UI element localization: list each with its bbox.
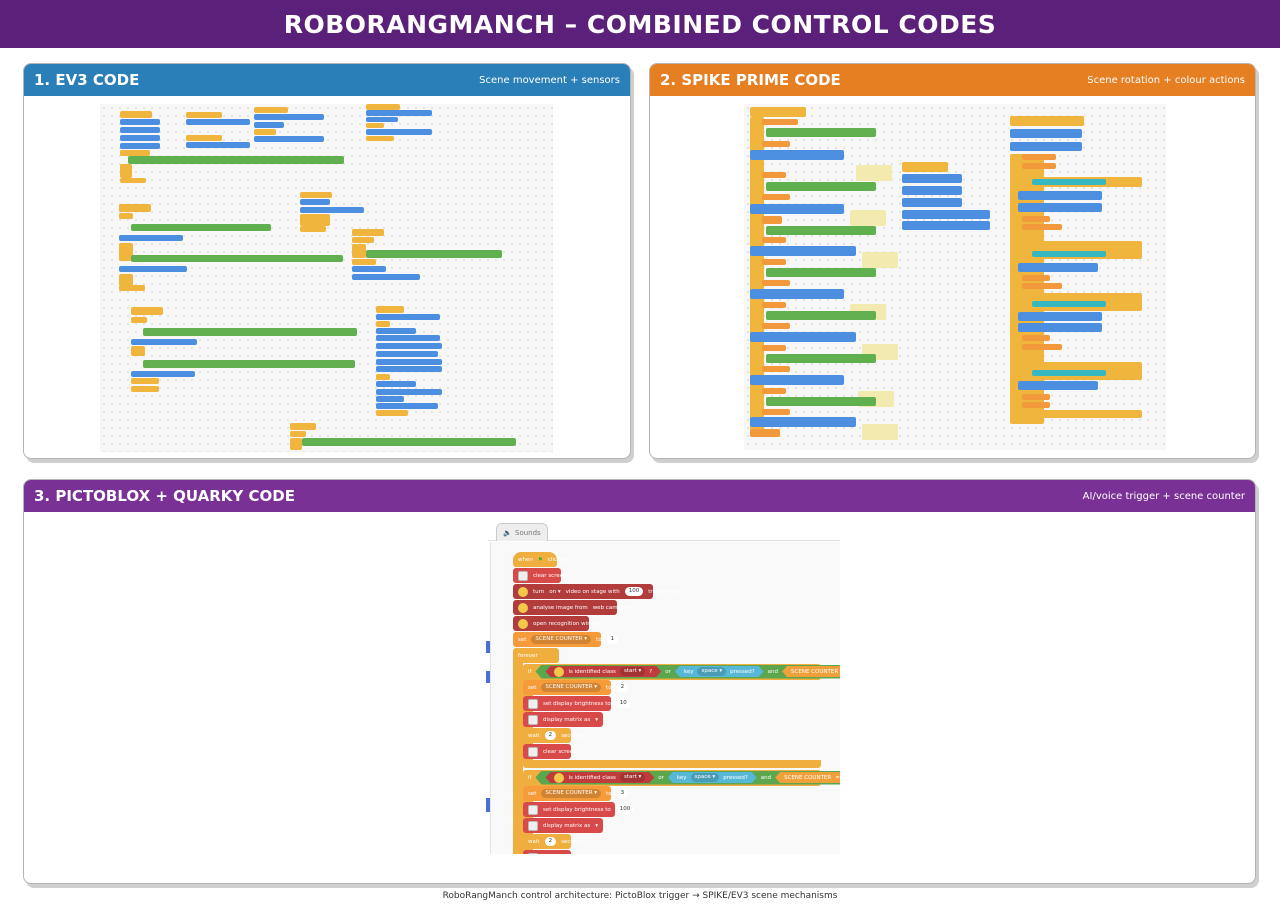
quarky-icon [528, 746, 538, 757]
variable-dropdown[interactable]: SCENE COUNTER ▾ [541, 683, 602, 692]
variable-dropdown[interactable]: SCENE COUNTER ▾ [541, 789, 602, 798]
key-dropdown[interactable]: space ▾ [691, 773, 720, 782]
brightness-input[interactable]: 100 [615, 805, 635, 814]
equals-reporter[interactable]: SCENE COUNTER = 2 [775, 772, 840, 783]
identified-class-reporter[interactable]: is identified class start ▾ ? [545, 666, 661, 677]
set-display-brightness-block[interactable]: set display brightness to 100 [523, 802, 635, 817]
ai-extension-icon [554, 667, 564, 677]
pictoblox-panel-header: 3. PICTOBLOX + QUARKY CODE AI/voice trig… [24, 480, 1255, 512]
ai-extension-icon [518, 602, 528, 613]
open-recognition-window-block[interactable]: open recognition window [513, 616, 602, 631]
pictoblox-code-screenshot: 🔈 Sounds when ⚑ clicked clear screen tur… [464, 523, 840, 854]
brightness-input[interactable]: 10 [615, 699, 631, 708]
quarky-icon [518, 570, 528, 581]
value-input[interactable]: 2 [616, 683, 629, 692]
ai-extension-icon [554, 773, 564, 783]
forever-block-arm [513, 652, 523, 854]
spike-panel-title: 2. SPIKE PRIME CODE [660, 71, 841, 89]
value-input[interactable]: 1 [606, 635, 619, 644]
wait-block[interactable]: wait 2 seconds [523, 728, 584, 743]
spike-prime-code-panel: 2. SPIKE PRIME CODE Scene rotation + col… [649, 63, 1256, 459]
speaker-icon: 🔈 [503, 528, 512, 537]
quarky-icon [528, 820, 538, 831]
set-scene-counter-block[interactable]: set SCENE COUNTER ▾ to 2 [523, 680, 629, 695]
turn-video-on-block[interactable]: turn on ▾ video on stage with 100 transp… [513, 584, 685, 599]
camera-extension-icon [518, 586, 528, 597]
display-matrix-block[interactable]: display matrix as ▾ [523, 712, 603, 727]
green-flag-icon: ⚑ [537, 556, 543, 563]
quarky-icon [528, 804, 538, 815]
analyse-image-block[interactable]: analyse image from web camera ▾ [513, 600, 631, 615]
spike-panel-subtitle: Scene rotation + colour actions [1087, 74, 1245, 86]
ai-extension-icon [518, 618, 528, 629]
variable-dropdown[interactable]: SCENE COUNTER ▾ [531, 635, 592, 644]
quarky-icon [528, 698, 538, 709]
image-source-dropdown[interactable]: web camera ▾ [593, 605, 631, 611]
if-block-1-end [523, 760, 821, 768]
set-scene-counter-block[interactable]: set SCENE COUNTER ▾ to 1 [513, 632, 619, 647]
forever-block[interactable]: forever [513, 648, 559, 663]
if-condition-2: if is identified class start ▾ or key sp… [523, 770, 821, 785]
identified-class-reporter[interactable]: is identified class start ▾ [545, 772, 654, 783]
set-display-brightness-block[interactable]: set display brightness to 10 [523, 696, 631, 711]
transparency-input[interactable]: 100 [624, 587, 644, 596]
ev3-panel-subtitle: Scene movement + sensors [479, 74, 620, 86]
display-matrix-block[interactable]: display matrix as ▾ [523, 818, 603, 833]
wait-input[interactable]: 2 [544, 731, 557, 740]
wait-input[interactable]: 2 [544, 837, 557, 846]
ev3-panel-title: 1. EV3 CODE [34, 71, 140, 89]
wait-block[interactable]: wait 2 seconds [523, 834, 584, 849]
key-pressed-reporter[interactable]: key space ▾ pressed? [668, 772, 757, 783]
spike-code-screenshot [744, 104, 1166, 450]
tab-sounds[interactable]: 🔈 Sounds [496, 523, 548, 541]
clear-screen-block[interactable]: clear screen [523, 850, 571, 854]
pictoblox-tabs: 🔈 Sounds [488, 523, 840, 541]
tab-sounds-label: Sounds [515, 528, 541, 537]
pictoblox-script-canvas: when ⚑ clicked clear screen turn on ▾ vi… [490, 542, 840, 854]
ev3-panel-header: 1. EV3 CODE Scene movement + sensors [24, 64, 630, 96]
if-condition-1: if is identified class start ▾ ? or key … [523, 664, 821, 679]
key-dropdown[interactable]: space ▾ [697, 667, 726, 676]
footer-caption: RoboRangManch control architecture: Pict… [442, 891, 838, 901]
clear-screen-block[interactable]: clear screen [513, 568, 567, 583]
or-operator[interactable]: is identified class start ▾ or key space… [535, 771, 840, 785]
page-title: ROBORANGMANCH – COMBINED CONTROL CODES [0, 0, 1280, 48]
quarky-icon [528, 714, 538, 725]
clear-screen-block[interactable]: clear screen [523, 744, 577, 759]
matrix-picker[interactable]: ▾ [595, 717, 598, 723]
or-operator[interactable]: is identified class start ▾ ? or key spa… [535, 665, 840, 679]
matrix-picker[interactable]: ▾ [595, 823, 598, 829]
ev3-code-screenshot [100, 104, 553, 452]
pictoblox-panel-subtitle: AI/voice trigger + scene counter [1082, 490, 1245, 502]
value-input[interactable]: 3 [616, 789, 629, 798]
when-flag-clicked-block[interactable]: when ⚑ clicked [513, 552, 567, 567]
quarky-icon [528, 852, 538, 854]
video-state-dropdown[interactable]: on ▾ [549, 589, 560, 595]
pictoblox-code-panel: 3. PICTOBLOX + QUARKY CODE AI/voice trig… [23, 479, 1256, 884]
class-dropdown[interactable]: start ▾ [620, 773, 645, 782]
equals-reporter[interactable]: SCENE COUNTER = 1 [782, 666, 840, 677]
ev3-code-panel: 1. EV3 CODE Scene movement + sensors [23, 63, 631, 459]
pictoblox-panel-title: 3. PICTOBLOX + QUARKY CODE [34, 487, 295, 505]
spike-panel-header: 2. SPIKE PRIME CODE Scene rotation + col… [650, 64, 1255, 96]
class-dropdown[interactable]: start ▾ [620, 667, 645, 676]
key-pressed-reporter[interactable]: key space ▾ pressed? [675, 666, 764, 677]
set-scene-counter-block[interactable]: set SCENE COUNTER ▾ to 3 [523, 786, 629, 801]
